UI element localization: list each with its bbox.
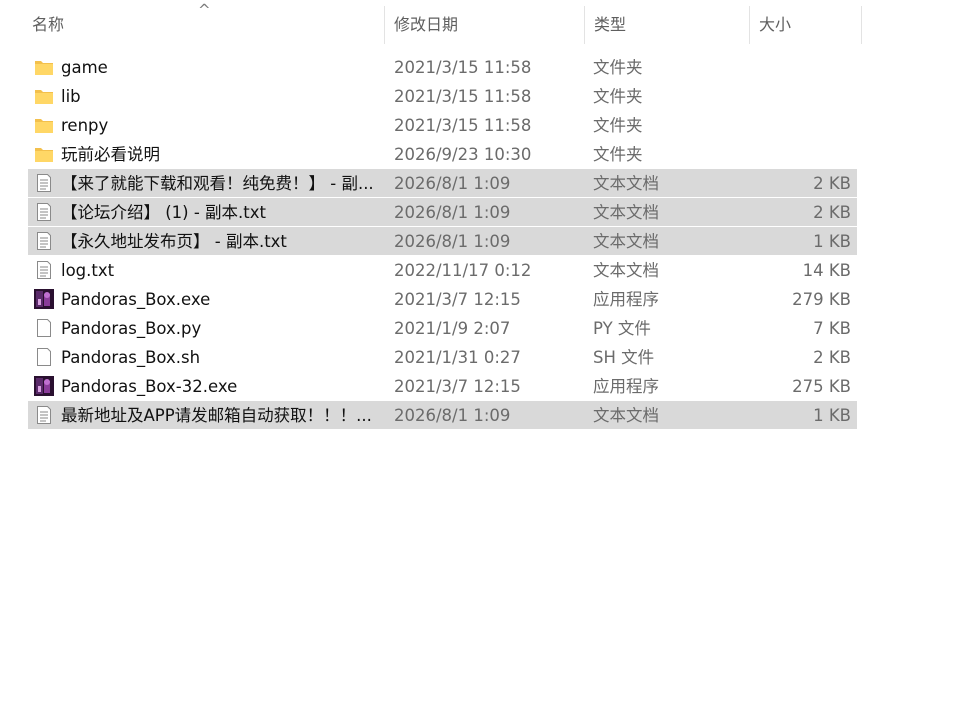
file-size [748,140,851,168]
file-name: renpy [61,116,109,135]
file-date-modified: 2026/8/1 1:09 [394,174,511,193]
folder-icon [35,61,53,75]
file-type: 文件夹 [593,116,643,135]
column-header-date[interactable]: 修改日期 [386,0,584,46]
text-file-icon [37,203,51,221]
file-row[interactable]: 玩前必看说明 2026/9/23 10:30 文件夹 [28,140,857,168]
file-name: Pandoras_Box.py [61,319,202,338]
file-size [748,82,851,110]
file-type: 应用程序 [593,377,659,396]
file-name: Pandoras_Box.exe [61,290,211,309]
file-size [748,53,851,81]
file-type: PY 文件 [593,319,651,338]
folder-icon [35,148,53,162]
file-row[interactable]: Pandoras_Box-32.exe 2021/3/7 12:15 应用程序 275… [28,372,857,400]
file-name: 玩前必看说明 [61,145,160,164]
blank-file-icon [37,348,51,366]
file-size: 275 KB [792,377,851,396]
file-date-modified: 2021/1/9 2:07 [394,319,511,338]
folder-icon [35,90,53,104]
text-file-icon [37,232,51,250]
column-header-size[interactable]: 大小 [751,0,861,46]
app-icon [34,376,54,396]
column-header-type[interactable]: 类型 [586,0,749,46]
file-row[interactable]: lib 2021/3/15 11:58 文件夹 [28,82,857,110]
file-size: 1 KB [813,232,851,251]
file-row[interactable]: 最新地址及APP请发邮箱自动获取！！！... 2026/8/1 1:09 文本文档 1… [28,401,857,429]
file-size [748,111,851,139]
file-name: Pandoras_Box-32.exe [61,377,238,396]
file-date-modified: 2021/3/7 12:15 [394,377,521,396]
file-name: log.txt [61,261,115,280]
file-name: 【来了就能下载和观看！纯免费！】 - 副... [61,174,374,193]
file-type: 文本文档 [593,406,659,425]
file-name: lib [61,87,81,106]
file-explorer: 名称 ^ 修改日期 类型 大小 game 2021/3/15 11:58 文件夹 li… [0,0,960,715]
column-divider[interactable] [749,6,750,44]
file-row[interactable]: 【永久地址发布页】 - 副本.txt 2026/8/1 1:09 文本文档 1 KB [28,227,857,255]
file-size: 2 KB [813,174,851,193]
file-date-modified: 2026/8/1 1:09 [394,232,511,251]
column-divider[interactable] [861,6,862,44]
file-name: game [61,58,108,77]
file-row[interactable]: renpy 2021/3/15 11:58 文件夹 [28,111,857,139]
column-divider[interactable] [384,6,385,44]
column-divider[interactable] [584,6,585,44]
file-type: 文本文档 [593,232,659,251]
file-type: SH 文件 [593,348,655,367]
file-type: 文件夹 [593,87,643,106]
file-date-modified: 2021/3/15 11:58 [394,87,532,106]
file-date-modified: 2026/9/23 10:30 [394,145,532,164]
file-row[interactable]: 【来了就能下载和观看！纯免费！】 - 副... 2026/8/1 1:09 文本文档… [28,169,857,197]
file-type: 文本文档 [593,174,659,193]
file-size: 14 KB [802,261,851,280]
file-name: 【永久地址发布页】 - 副本.txt [61,232,287,251]
file-date-modified: 2026/8/1 1:09 [394,203,511,222]
file-name: 最新地址及APP请发邮箱自动获取！！！... [61,406,372,425]
file-name: Pandoras_Box.sh [61,348,201,367]
file-row[interactable]: Pandoras_Box.py 2021/1/9 2:07 PY 文件 7 KB [28,314,857,342]
file-row[interactable]: game 2021/3/15 11:58 文件夹 [28,53,857,81]
file-size: 2 KB [813,348,851,367]
file-row[interactable]: 【论坛介绍】 (1) - 副本.txt 2026/8/1 1:09 文本文档 2 KB [28,198,857,226]
file-type: 应用程序 [593,290,659,309]
file-type: 文本文档 [593,261,659,280]
blank-file-icon [37,319,51,337]
file-date-modified: 2021/3/15 11:58 [394,58,532,77]
file-date-modified: 2022/11/17 0:12 [394,261,532,280]
file-date-modified: 2026/8/1 1:09 [394,406,511,425]
file-size: 1 KB [813,406,851,425]
folder-icon [35,119,53,133]
file-size: 279 KB [792,290,851,309]
text-file-icon [37,174,51,192]
file-row[interactable]: Pandoras_Box.sh 2021/1/31 0:27 SH 文件 2 KB [28,343,857,371]
file-type: 文件夹 [593,58,643,77]
file-date-modified: 2021/1/31 0:27 [394,348,521,367]
file-row[interactable]: log.txt 2022/11/17 0:12 文本文档 14 KB [28,256,857,284]
file-type: 文件夹 [593,145,643,164]
file-type: 文本文档 [593,203,659,222]
file-size: 7 KB [813,319,851,338]
text-file-icon [37,406,51,424]
file-date-modified: 2021/3/15 11:58 [394,116,532,135]
app-icon [34,289,54,309]
file-name: 【论坛介绍】 (1) - 副本.txt [61,203,267,222]
file-date-modified: 2021/3/7 12:15 [394,290,521,309]
file-size: 2 KB [813,203,851,222]
file-row[interactable]: Pandoras_Box.exe 2021/3/7 12:15 应用程序 279 KB [28,285,857,313]
text-file-icon [37,261,51,279]
sort-ascending-icon: ^ [198,1,211,19]
column-header-bar: 名称 ^ 修改日期 类型 大小 [0,0,960,46]
